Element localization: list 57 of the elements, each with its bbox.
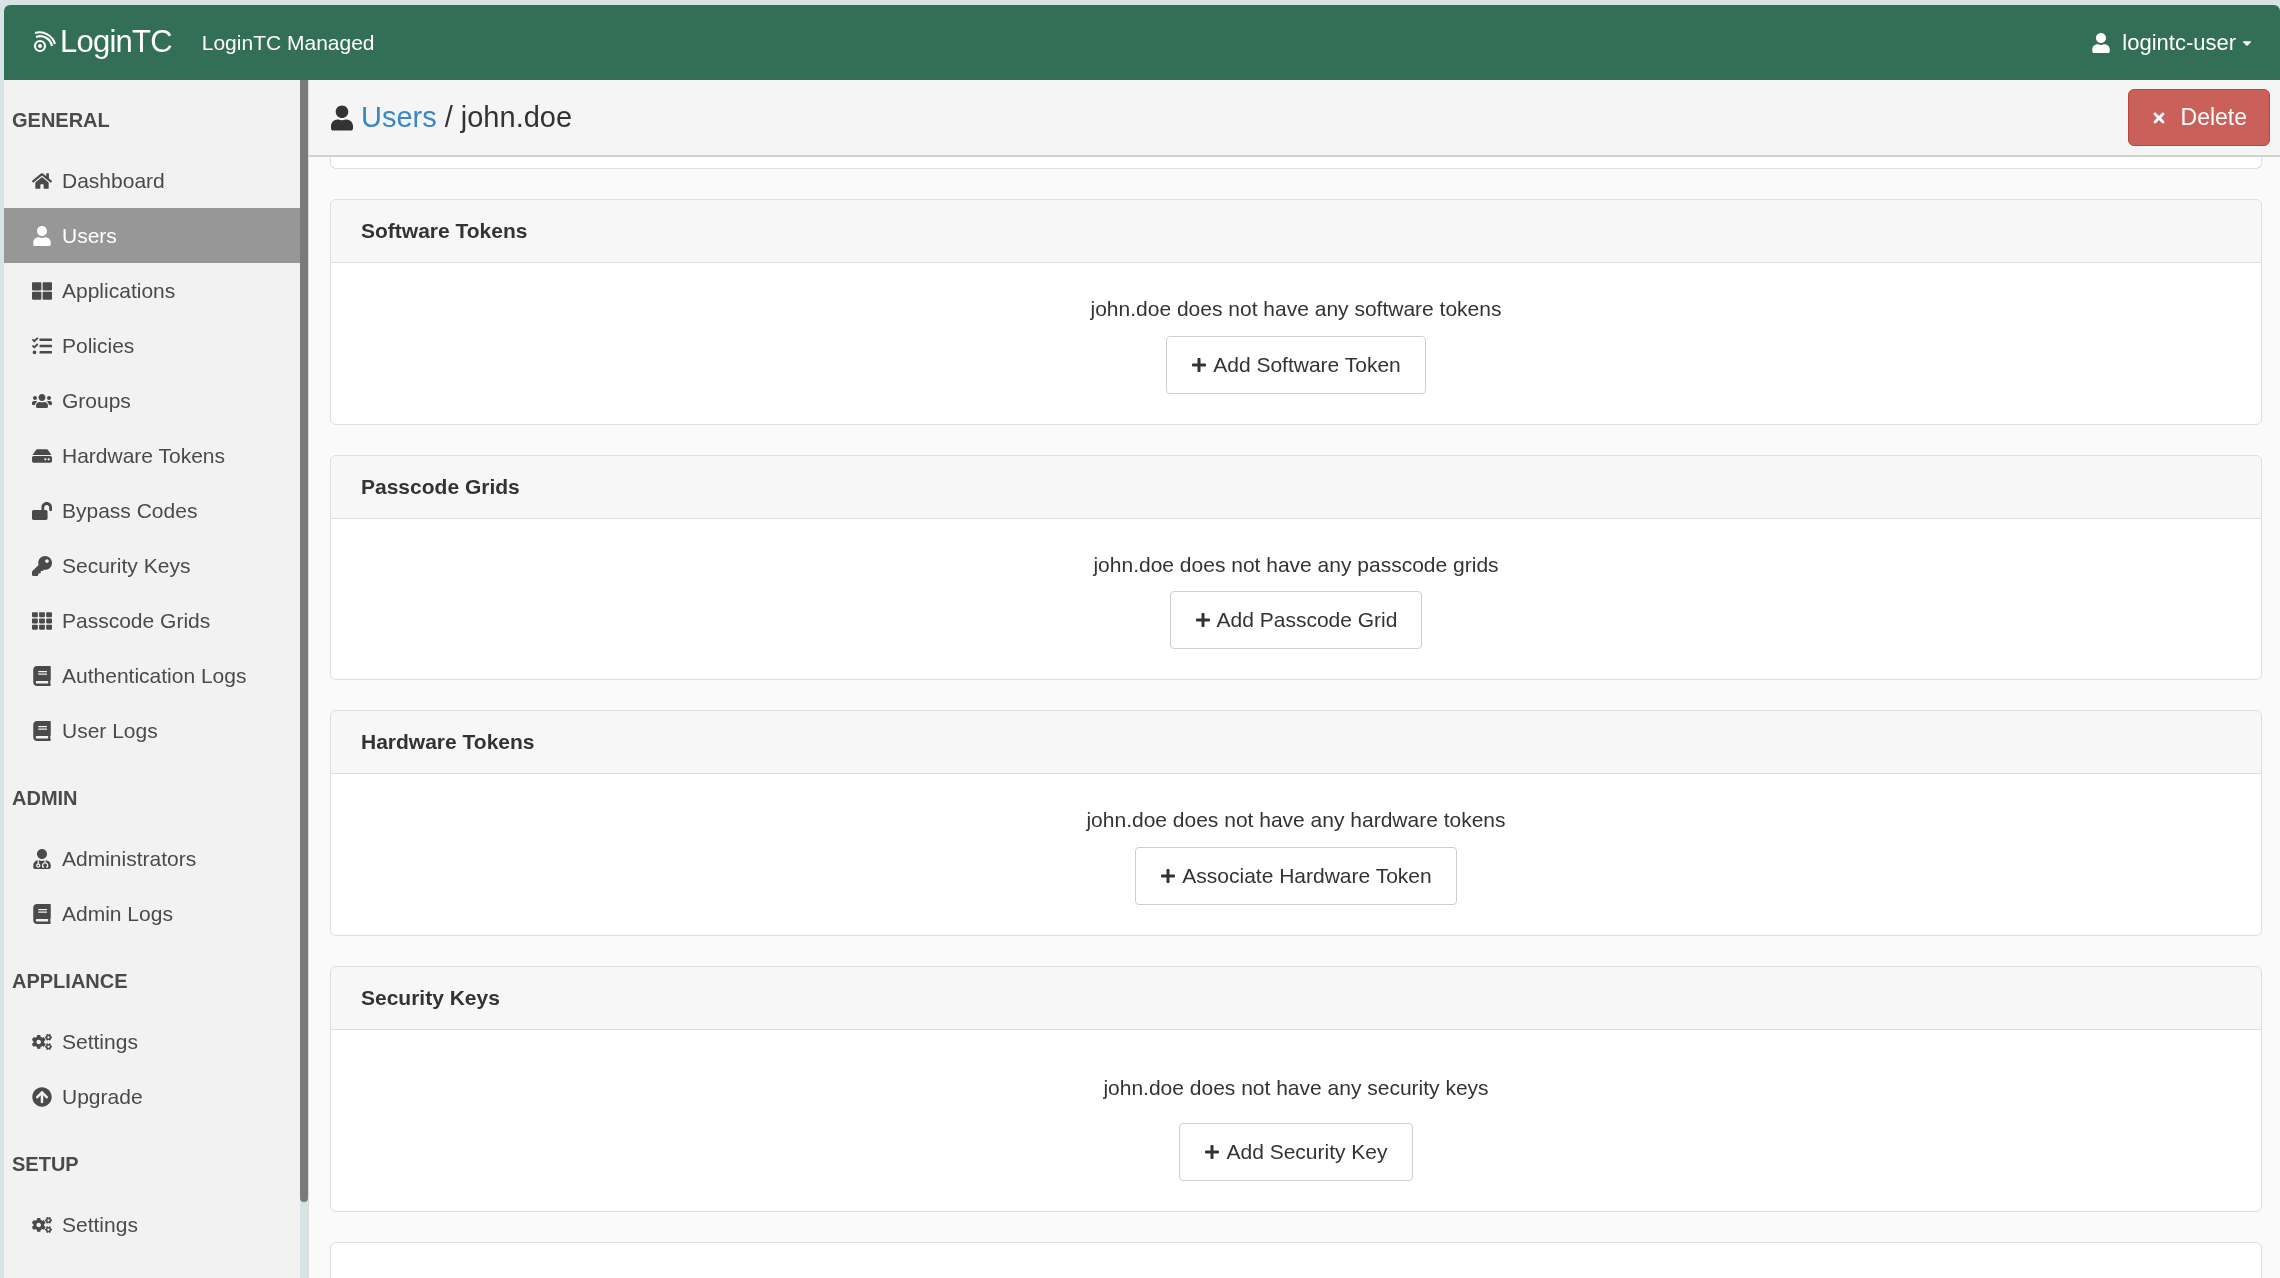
sidebar-item[interactable]: Groups [4, 373, 300, 428]
book-icon [32, 903, 52, 924]
empty-message: john.doe does not have any hardware tokens [1086, 807, 1506, 833]
breadcrumb-current: john.doe [460, 99, 573, 135]
card-title: Security Keys [361, 984, 500, 1011]
plus-icon [1204, 1144, 1221, 1160]
checklist-icon [32, 335, 52, 356]
sidebar-item[interactable]: Dashboard [4, 153, 300, 208]
sidebar-item[interactable]: Admin Logs [4, 886, 300, 941]
sidebar-item[interactable]: Applications [4, 263, 300, 318]
sidebar-item[interactable]: Hardware Tokens [4, 428, 300, 483]
gears-icon [32, 1214, 52, 1235]
plus-icon [1194, 612, 1211, 628]
card-title: Passcode Grids [361, 473, 520, 500]
book-icon [32, 720, 52, 741]
sidebar-item[interactable]: Security Keys [4, 538, 300, 593]
add-button[interactable]: Add Passcode Grid [1169, 591, 1423, 649]
add-button[interactable]: Add Software Token [1166, 335, 1426, 394]
card-title: Software Tokens [361, 218, 528, 245]
add-button[interactable]: Associate Hardware Token [1135, 846, 1457, 905]
sidebar-item[interactable]: User Logs [4, 703, 300, 758]
logo-wordmark: LoginTC [60, 23, 172, 62]
empty-message: john.doe does not have any software tokens [1090, 296, 1502, 322]
user-icon [2092, 32, 2111, 53]
grid-icon [32, 610, 52, 631]
sidebar-section-title: GENERAL [11, 108, 111, 133]
user-icon [32, 225, 52, 246]
sidebar-item[interactable]: Policies [4, 318, 300, 373]
sidebar-item[interactable]: Administrators [4, 831, 300, 886]
delete-button[interactable]: Delete [2127, 89, 2270, 146]
product-name: LoginTC Managed [201, 29, 375, 56]
sidebar-section-title: ADMIN [11, 786, 79, 811]
sidebar-item[interactable]: Settings [4, 1014, 300, 1069]
empty-message: john.doe does not have any security keys [1103, 1074, 1489, 1101]
grid-icon [32, 280, 52, 301]
card-title: Hardware Tokens [361, 729, 535, 756]
key-icon [32, 555, 52, 576]
breadcrumb-link[interactable]: Users [361, 95, 437, 140]
breadcrumb-separator: / [444, 99, 453, 135]
home-icon [32, 170, 52, 191]
person-icon [32, 848, 52, 869]
unlocked-padlock-icon [32, 500, 52, 521]
sidebar-item[interactable]: Bypass Codes [4, 483, 300, 538]
sidebar-section-title: APPLIANCE [11, 969, 129, 994]
sidebar-item[interactable]: Settings [4, 1197, 300, 1252]
book-icon [32, 665, 52, 686]
empty-message: john.doe does not have any passcode grids [1093, 551, 1499, 578]
plus-icon [1191, 356, 1208, 373]
sidebar-item[interactable]: Upgrade [4, 1069, 300, 1124]
gears-icon [32, 1031, 52, 1052]
plus-icon [1160, 867, 1177, 884]
sidebar-item[interactable]: Passcode Grids [4, 593, 300, 648]
user-menu[interactable]: logintc-user [2092, 26, 2254, 59]
user-icon [331, 104, 353, 131]
add-button[interactable]: Add Security Key [1179, 1123, 1413, 1181]
sidebar-item[interactable]: Authentication Logs [4, 648, 300, 703]
sidebar-section-title: SETUP [11, 1152, 80, 1177]
